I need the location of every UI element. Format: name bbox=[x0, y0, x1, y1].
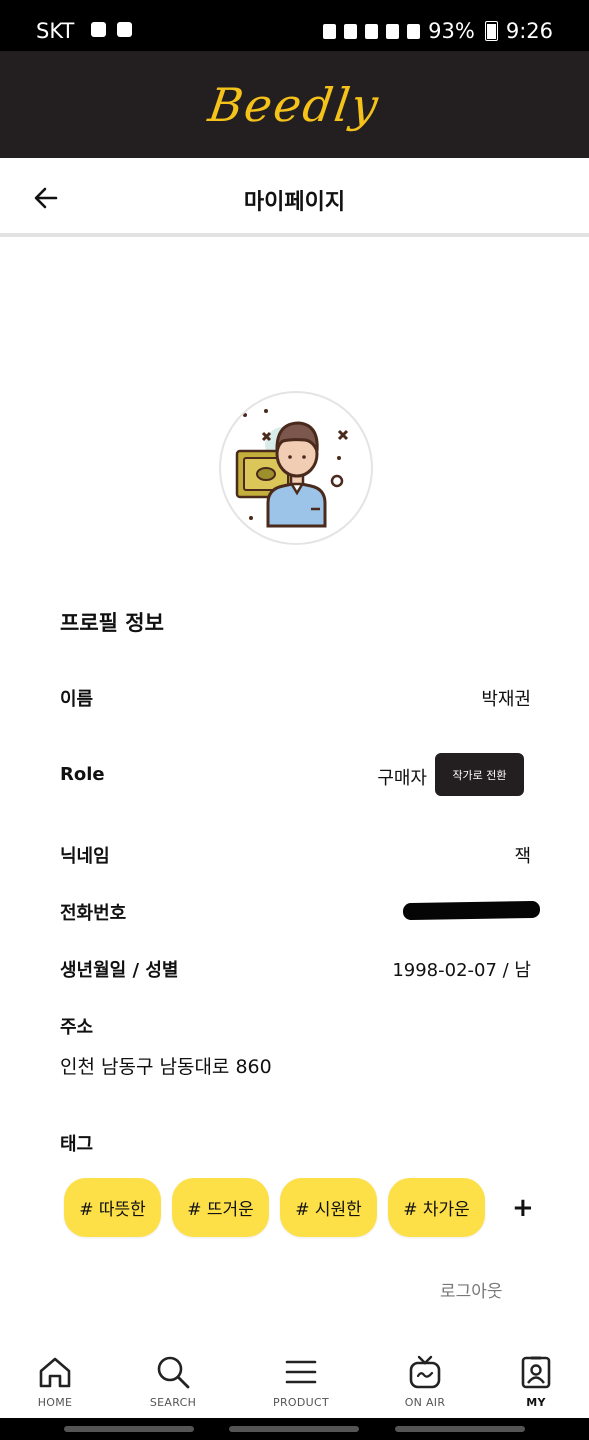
gallery-icon bbox=[117, 22, 132, 37]
nav-search[interactable]: SEARCH bbox=[128, 1354, 218, 1409]
tag-chip[interactable]: # 차가운 bbox=[388, 1178, 485, 1237]
section-title-profile: 프로필 정보 bbox=[60, 611, 164, 635]
role-value: 구매자 bbox=[377, 768, 427, 789]
status-bar: SKT 93% 9:26 bbox=[0, 0, 589, 51]
nav-product[interactable]: PRODUCT bbox=[256, 1354, 346, 1409]
home-icon bbox=[39, 1357, 71, 1388]
add-tag-button[interactable]: + bbox=[512, 1193, 534, 1223]
nav-home-label: HOME bbox=[37, 1396, 73, 1409]
menu-icon bbox=[285, 1360, 317, 1384]
profile-card-icon bbox=[521, 1356, 551, 1389]
nickname-value: 잭 bbox=[514, 846, 531, 867]
birth-gender-value: 1998-02-07 / 남 bbox=[392, 960, 531, 981]
nav-my[interactable]: MY bbox=[491, 1354, 581, 1409]
tag-chip[interactable]: # 시원한 bbox=[280, 1178, 377, 1237]
logout-button[interactable]: 로그아웃 bbox=[440, 1277, 503, 1302]
page-title: 마이페이지 bbox=[243, 190, 346, 215]
tag-chip[interactable]: # 따뜻한 bbox=[64, 1178, 161, 1237]
nav-search-label: SEARCH bbox=[149, 1396, 197, 1409]
gesture-handle bbox=[64, 1426, 194, 1432]
title-divider bbox=[0, 233, 589, 237]
tv-icon bbox=[409, 1355, 441, 1389]
name-value: 박재권 bbox=[481, 689, 531, 710]
title-bar: 마이페이지 bbox=[0, 158, 589, 234]
bottom-nav: HOME SEARCH PRODUCT ON AIR MY bbox=[0, 1340, 589, 1418]
battery-icon bbox=[484, 21, 498, 41]
nav-on-air-label: ON AIR bbox=[404, 1396, 446, 1409]
status-right: 93% 9:26 bbox=[323, 19, 553, 43]
wifi-icon bbox=[386, 23, 400, 39]
mute-icon bbox=[365, 23, 379, 39]
notification-icon bbox=[91, 22, 106, 37]
phone-redaction bbox=[402, 900, 541, 921]
name-label: 이름 bbox=[60, 689, 94, 710]
nav-home[interactable]: HOME bbox=[10, 1354, 100, 1409]
role-label: Role bbox=[60, 764, 105, 785]
search-icon bbox=[157, 1356, 190, 1389]
avatar[interactable] bbox=[219, 391, 373, 545]
tag-list: # 따뜻한 # 뜨거운 # 시원한 # 차가운 bbox=[64, 1178, 485, 1237]
alarm-icon bbox=[344, 23, 358, 39]
carrier-label: SKT bbox=[36, 19, 75, 43]
battery-percent: 93% bbox=[428, 19, 475, 43]
signal-icon bbox=[407, 23, 421, 39]
birth-gender-label: 생년월일 / 성별 bbox=[60, 960, 179, 981]
nav-my-label: MY bbox=[526, 1396, 546, 1409]
nickname-label: 닉네임 bbox=[60, 846, 110, 867]
system-gesture-bar bbox=[0, 1418, 589, 1440]
address-label: 주소 bbox=[60, 1017, 94, 1038]
address-value: 인천 남동구 남동대로 860 bbox=[60, 1056, 272, 1078]
app-header: Beedly bbox=[0, 51, 589, 158]
tag-chip[interactable]: # 뜨거운 bbox=[172, 1178, 269, 1237]
nav-on-air[interactable]: ON AIR bbox=[380, 1354, 470, 1409]
gesture-handle bbox=[395, 1426, 525, 1432]
brand-logo[interactable]: Beedly bbox=[206, 78, 384, 132]
switch-to-artist-button[interactable]: 작가로 전환 bbox=[435, 753, 524, 796]
tags-label: 태그 bbox=[60, 1134, 94, 1155]
battery-saver-icon bbox=[323, 23, 337, 39]
nav-product-label: PRODUCT bbox=[273, 1396, 329, 1409]
clock: 9:26 bbox=[505, 19, 553, 43]
phone-label: 전화번호 bbox=[60, 903, 127, 924]
gesture-handle bbox=[229, 1426, 359, 1432]
user-money-illustration-icon bbox=[235, 409, 349, 528]
